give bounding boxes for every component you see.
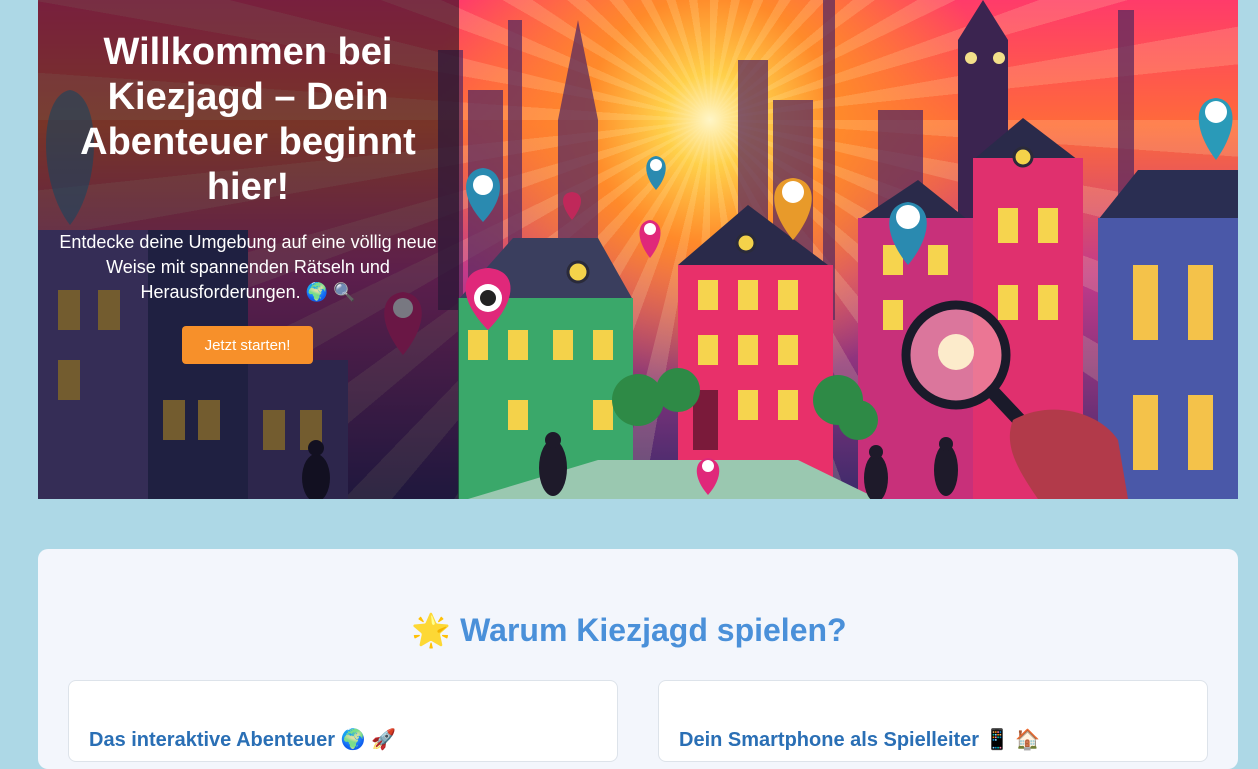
features-heading: 🌟 Warum Kiezjagd spielen? bbox=[411, 612, 847, 648]
hero-banner: Willkommen bei Kiezjagd – Dein Abenteuer… bbox=[38, 0, 1238, 499]
clock-face bbox=[965, 52, 977, 64]
feature-card-smartphone: Dein Smartphone als Spielleiter 📱 🏠 bbox=[658, 680, 1208, 762]
hero-subtitle: Entdecke deine Umgebung auf eine völlig … bbox=[59, 232, 437, 302]
feature-card-interactive-adventure: Das interaktive Abenteuer 🌍 🚀 bbox=[68, 680, 618, 762]
hero-title: Willkommen bei Kiezjagd – Dein Abenteuer… bbox=[80, 31, 416, 208]
start-button[interactable]: Jetzt starten! bbox=[182, 326, 313, 364]
feature-card-title: Das interaktive Abenteuer 🌍 🚀 bbox=[89, 729, 396, 751]
feature-card-title: Dein Smartphone als Spielleiter 📱 🏠 bbox=[679, 729, 1041, 751]
